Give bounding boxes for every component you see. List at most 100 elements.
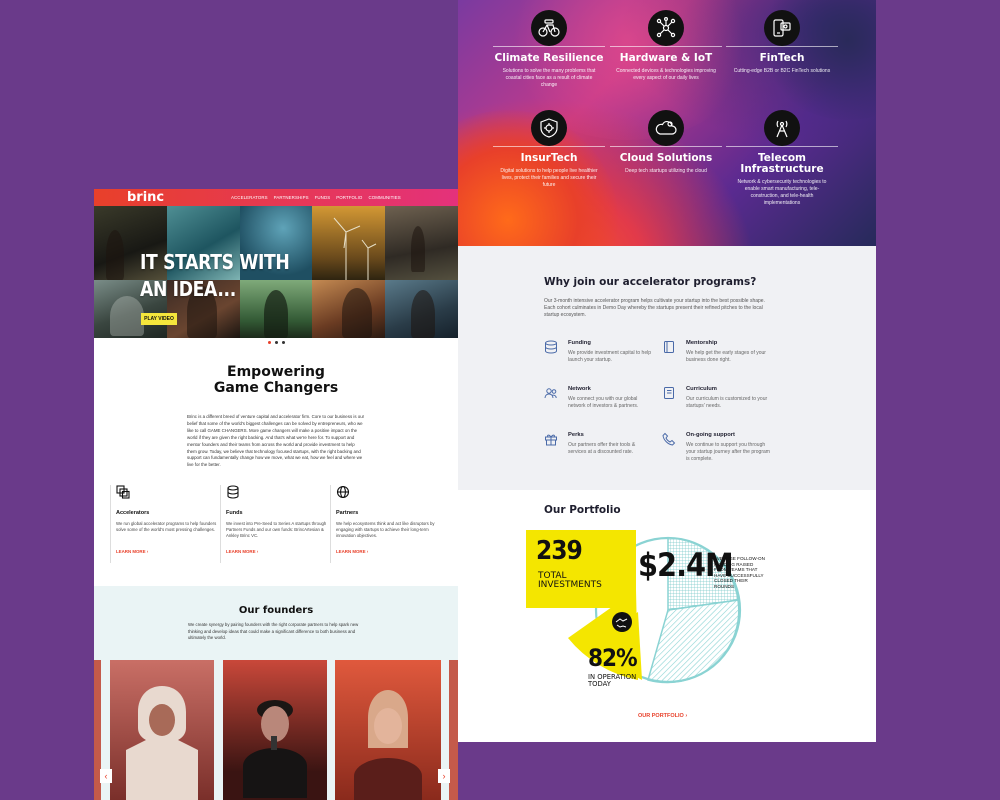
divider (610, 146, 722, 147)
play-video-button[interactable]: PLAY VIDEO (141, 313, 177, 325)
portfolio-section: Our Portfolio 239 TOTAL INVESTMENTS $2.4… (458, 490, 876, 742)
hero-photo (312, 280, 386, 338)
sector-insurtech[interactable]: InsurTech Digital solutions to help peop… (493, 110, 605, 189)
benefit-ongoing-support: On-going support We continue to support … (662, 432, 772, 463)
shield-gear-icon (531, 110, 567, 146)
hero-headline: IT STARTS WITH AN IDEA... (140, 250, 290, 301)
carousel-dot[interactable] (274, 340, 278, 344)
nav-funds[interactable]: FUNDS (315, 195, 331, 200)
divider (726, 146, 838, 147)
sector-title: Telecom Infrastructure (740, 152, 824, 175)
pie-slice-hatched (647, 599, 740, 684)
sector-fintech[interactable]: FinTech Cutting-edge B2B or B2C FinTech … (726, 10, 838, 75)
pillar-body: We help ecosystems think and act like di… (336, 521, 435, 539)
benefit-body: We connect you with our global network o… (568, 396, 639, 409)
founder-photo (354, 690, 422, 800)
founder-card[interactable] (335, 660, 441, 800)
founder-photo (126, 686, 198, 800)
learn-more-link[interactable]: LEARN MORE › (116, 549, 220, 554)
founder-card[interactable] (110, 660, 214, 800)
nav-partnerships[interactable]: PARTNERSHIPS (274, 195, 309, 200)
handshake-icon (612, 612, 632, 632)
why-join-section: Why join our accelerator programs? Our 3… (458, 246, 876, 490)
sector-title: FinTech (759, 52, 805, 64)
gift-icon (545, 434, 557, 446)
pillar-title: Funds (226, 510, 243, 517)
brinc-logo[interactable]: brinc (127, 190, 231, 205)
sectors-section: Climate Resilience Solutions to solve th… (458, 0, 876, 246)
sector-title: Climate Resilience (494, 52, 604, 64)
why-body: Our 3-month intensive accelerator progra… (544, 298, 765, 318)
founders-section: Our founders We create synergy by pairin… (94, 586, 458, 800)
carousel-dot[interactable] (281, 340, 285, 344)
nav-portfolio[interactable]: PORTFOLIO (336, 195, 362, 200)
hero-photo (312, 206, 386, 280)
sector-hardware-iot[interactable]: Hardware & IoT Connected devices & techn… (610, 10, 722, 82)
pillar-partners: Partners We help ecosystems think and ac… (330, 485, 440, 564)
carousel-dots (94, 338, 458, 346)
divider (493, 46, 605, 47)
carousel-prev-icon[interactable]: ‹ (100, 769, 112, 783)
why-title: Why join our accelerator programs? (544, 276, 757, 288)
sector-desc: Connected devices & technologies improvi… (616, 68, 716, 81)
benefit-curriculum: Curriculum Our curriculum is customized … (662, 386, 772, 410)
benefit-body: Our curriculum is customized to your sta… (686, 396, 768, 409)
phone-icon (662, 432, 676, 446)
founder-card[interactable] (223, 660, 327, 800)
sector-title: Cloud Solutions (619, 152, 713, 164)
learn-more-link[interactable]: LEARN MORE › (336, 549, 440, 554)
hero-photo (385, 206, 458, 280)
empower-body: Brinc is a different breed of venture ca… (187, 414, 365, 468)
benefit-network: Network We connect you with our global n… (544, 386, 654, 410)
stat-follow-on-funding-label: AVERAGE FOLLOW-ON FUNDING RAISED FROM TE… (714, 556, 765, 589)
carousel-next-icon[interactable]: › (438, 769, 450, 783)
learn-more-label: LEARN MORE (336, 549, 366, 555)
carousel-dot[interactable] (267, 340, 271, 344)
benefit-title: Network (568, 386, 591, 392)
our-portfolio-label: OUR PORTFOLIO (638, 713, 684, 719)
database-icon (227, 485, 239, 499)
sector-desc: Digital solutions to help people live he… (500, 168, 598, 188)
network-nodes-icon (648, 10, 684, 46)
nav-communities[interactable]: COMMUNITIES (368, 195, 400, 200)
learn-more-link[interactable]: LEARN MORE › (226, 549, 330, 554)
founder-card-partial[interactable] (449, 660, 458, 800)
sector-cloud-solutions[interactable]: Cloud Solutions Deep tech startups utili… (610, 110, 722, 175)
benefit-title: Curriculum (686, 386, 717, 392)
benefit-funding: Funding We provide investment capital to… (544, 340, 654, 364)
homepage-screenshot: brinc ACCELERATORS PARTNERSHIPS FUNDS PO… (94, 189, 458, 800)
stat-in-operation: 82% (588, 644, 638, 672)
stat-total-investments: 239 (536, 536, 583, 566)
benefit-body: Our partners offer their tools & service… (568, 442, 636, 455)
bicycle-icon (531, 10, 567, 46)
sector-title: InsurTech (520, 152, 578, 164)
pillar-accelerators: Accelerators We run global accelerator p… (110, 485, 220, 564)
benefit-body: We continue to support you through your … (686, 442, 770, 462)
portfolio-title: Our Portfolio (544, 504, 621, 516)
pillar-body: We run global accelerator programs to he… (116, 521, 217, 533)
mobile-payment-icon (764, 10, 800, 46)
top-navbar: brinc ACCELERATORS PARTNERSHIPS FUNDS PO… (94, 189, 458, 206)
learn-more-label: LEARN MORE (226, 549, 256, 555)
benefit-title: On-going support (686, 432, 735, 438)
our-portfolio-link[interactable]: OUR PORTFOLIO › (638, 713, 687, 719)
antenna-tower-icon (764, 110, 800, 146)
learn-more-label: LEARN MORE (116, 549, 146, 555)
empower-title: Empowering Game Changers (213, 364, 339, 396)
cloud-gear-icon (648, 110, 684, 146)
sector-climate-resilience[interactable]: Climate Resilience Solutions to solve th… (493, 10, 605, 89)
sector-telecom-infrastructure[interactable]: Telecom Infrastructure Network & cyberse… (726, 110, 838, 207)
benefit-title: Perks (568, 432, 584, 438)
sector-desc: Solutions to solve the many problems tha… (502, 68, 596, 88)
nav-accelerators[interactable]: ACCELERATORS (231, 195, 268, 200)
empower-section: Empowering Game Changers Brinc is a diff… (94, 364, 458, 469)
pillars-row: Accelerators We run global accelerator p… (110, 485, 458, 564)
sector-desc: Deep tech startups utilizing the cloud (625, 168, 707, 174)
book-icon (664, 341, 674, 353)
hero-photo (385, 280, 458, 338)
pillar-title: Partners (336, 510, 359, 517)
founder-photo (243, 700, 307, 798)
divider (493, 146, 605, 147)
stacked-squares-icon (116, 485, 130, 499)
sector-title: Hardware & IoT (619, 52, 713, 64)
